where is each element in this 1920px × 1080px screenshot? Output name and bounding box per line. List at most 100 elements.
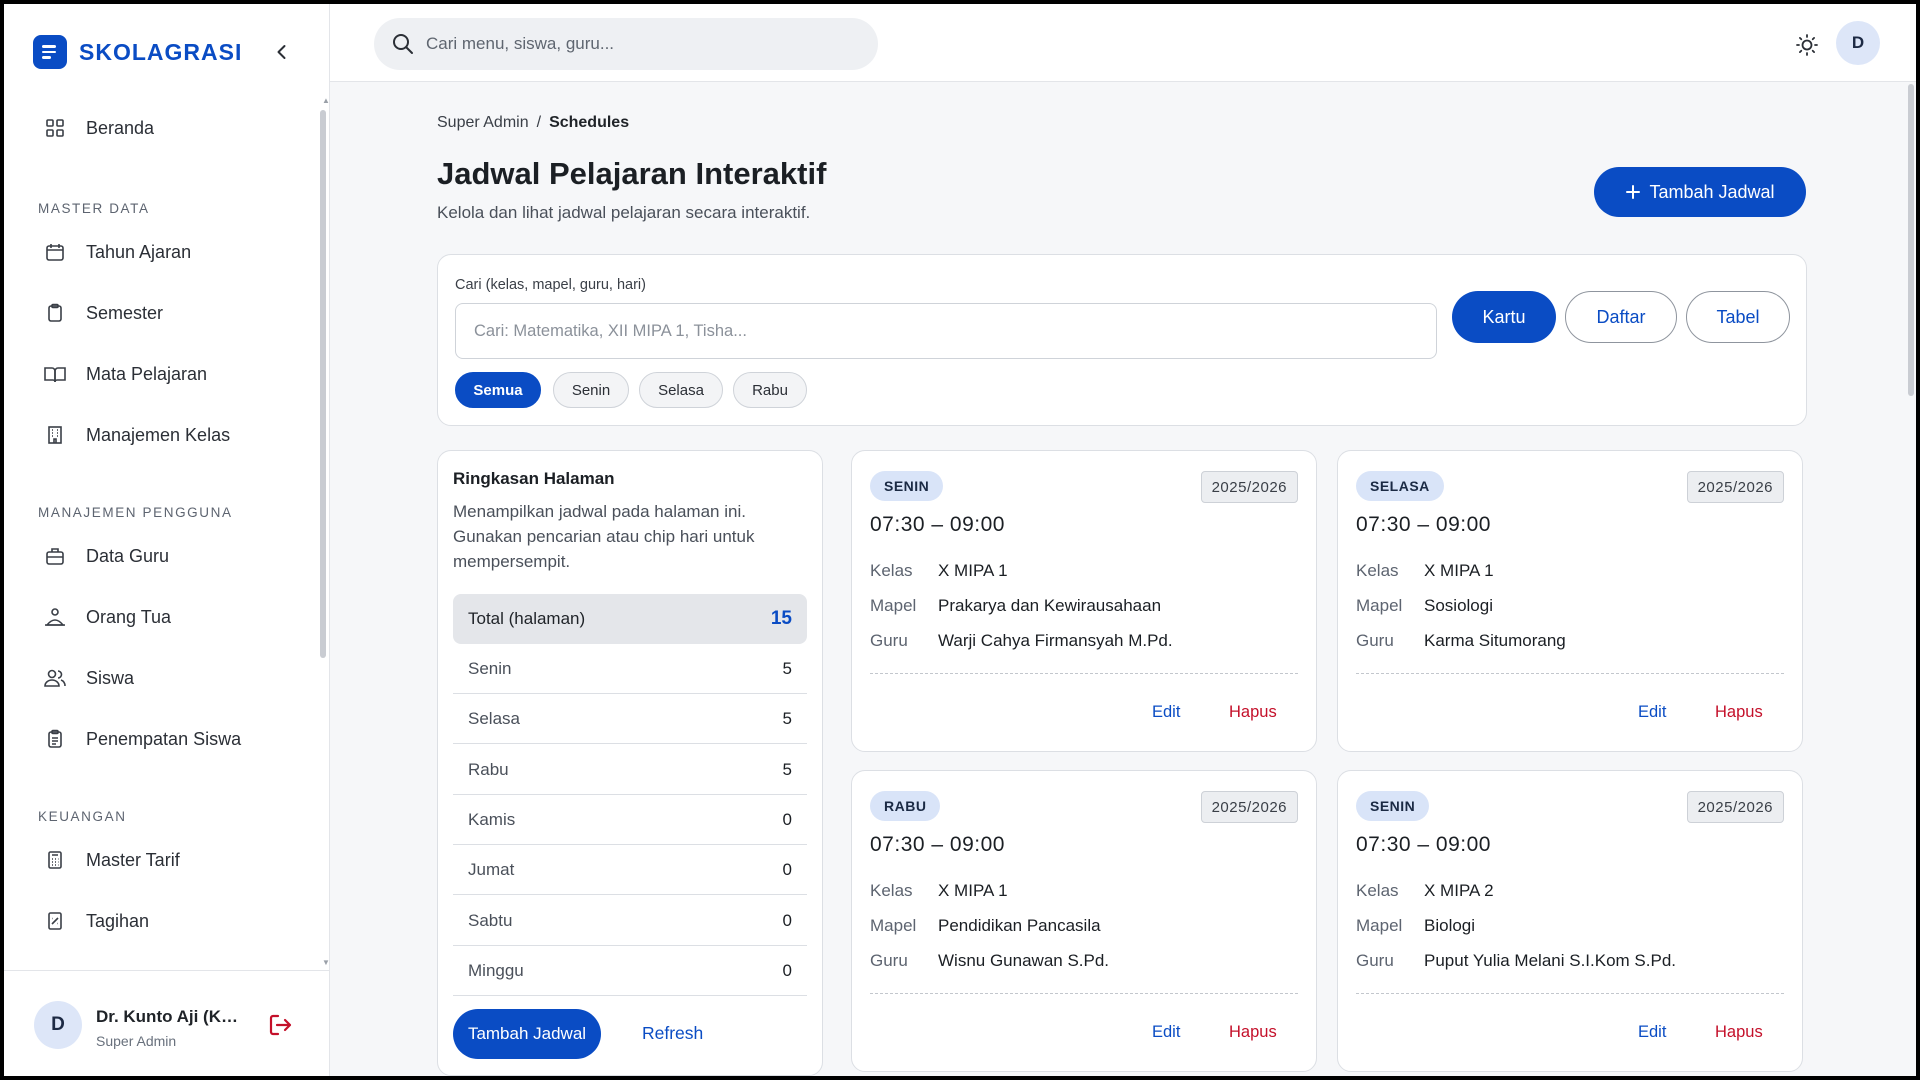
chip-senin[interactable]: Senin	[553, 372, 629, 408]
main-scrollbar[interactable]	[1908, 84, 1914, 396]
sidebar-item-tahun-ajaran[interactable]: Tahun Ajaran	[44, 236, 191, 268]
day-badge: RABU	[870, 791, 941, 821]
year-badge: 2025/2026	[1686, 791, 1784, 823]
delete-button[interactable]: Hapus	[1229, 703, 1277, 722]
summary-panel: Ringkasan Halaman Menampilkan jadwal pad…	[437, 450, 823, 1076]
field-kelas: Kelas X MIPA 1	[1356, 561, 1494, 581]
section-master-data: MASTER DATA	[38, 201, 150, 216]
field-mapel: Mapel Pendidikan Pancasila	[870, 916, 1101, 936]
delete-button[interactable]: Hapus	[1715, 703, 1763, 722]
search-input[interactable]	[426, 34, 846, 54]
field-value: Warji Cahya Firmansyah M.Pd.	[938, 631, 1173, 650]
year-badge: 2025/2026	[1686, 471, 1784, 503]
edit-button[interactable]: Edit	[1638, 703, 1666, 722]
field-value: X MIPA 1	[938, 881, 1008, 900]
edit-button[interactable]: Edit	[1638, 1023, 1666, 1042]
schedule-time: 07:30 – 09:00	[870, 513, 1005, 536]
book-icon	[44, 363, 66, 385]
chevron-left-icon	[277, 45, 286, 59]
parent-icon	[44, 606, 66, 628]
divider	[1356, 673, 1784, 674]
search-icon	[393, 34, 413, 54]
chip-semua[interactable]: Semua	[455, 372, 541, 408]
field-mapel: Mapel Biologi	[1356, 916, 1475, 936]
view-daftar-button[interactable]: Daftar	[1565, 291, 1677, 343]
sidebar-scroll-thumb[interactable]	[320, 110, 326, 658]
chip-selasa[interactable]: Selasa	[639, 372, 723, 408]
delete-button[interactable]: Hapus	[1229, 1023, 1277, 1042]
breadcrumb-parent[interactable]: Super Admin	[437, 114, 529, 132]
topbar: D	[330, 4, 1916, 82]
sidebar: SKOLAGRASI Beranda MASTER DATA Tahun Aja…	[4, 4, 330, 1076]
day-badge: SENIN	[870, 471, 944, 501]
avatar[interactable]: D	[1836, 21, 1880, 65]
field-value: Sosiologi	[1424, 596, 1493, 615]
sidebar-item-manajemen-kelas[interactable]: Manajemen Kelas	[44, 419, 230, 451]
schedule-time: 07:30 – 09:00	[870, 833, 1005, 856]
day-badge: SENIN	[1356, 791, 1430, 821]
sidebar-item-label: Penempatan Siswa	[86, 728, 242, 749]
summary-row: Selasa 5	[453, 694, 807, 744]
calculator-icon	[44, 849, 66, 871]
breadcrumb-separator: /	[536, 114, 542, 131]
view-tabel-button[interactable]: Tabel	[1686, 291, 1790, 343]
add-schedule-button[interactable]: Tambah Jadwal	[1594, 167, 1806, 217]
field-value: Wisnu Gunawan S.Pd.	[938, 951, 1110, 970]
summary-count: 5	[782, 708, 792, 728]
user-profile: D Dr. Kunto Aji (Kepala Sekolah) Super A…	[4, 970, 330, 1076]
sidebar-item-mata-pelajaran[interactable]: Mata Pelajaran	[44, 358, 207, 390]
refresh-link[interactable]: Refresh	[642, 1023, 703, 1044]
avatar[interactable]: D	[34, 1001, 82, 1049]
summary-count: 0	[782, 960, 792, 980]
field-label: Guru	[1356, 631, 1394, 650]
clipboard-list-icon	[44, 728, 66, 750]
field-label: Kelas	[870, 881, 913, 900]
field-label: Mapel	[870, 596, 917, 615]
collapse-sidebar-button[interactable]	[268, 38, 296, 66]
sidebar-item-label: Master Tarif	[86, 849, 180, 870]
year-badge: 2025/2026	[1200, 471, 1298, 503]
edit-button[interactable]: Edit	[1152, 703, 1180, 722]
app-window: SKOLAGRASI Beranda MASTER DATA Tahun Aja…	[4, 4, 1916, 1076]
delete-button[interactable]: Hapus	[1715, 1023, 1763, 1042]
schedule-card: SELASA 2025/2026 07:30 – 09:00 Kelas X MI…	[1337, 450, 1803, 752]
sidebar-item-siswa[interactable]: Siswa	[44, 662, 134, 694]
theme-toggle-button[interactable]	[1792, 30, 1822, 60]
logout-button[interactable]	[266, 1011, 294, 1039]
summary-day: Jumat	[468, 859, 515, 879]
sidebar-item-semester[interactable]: Semester	[44, 297, 163, 329]
global-search[interactable]	[374, 18, 878, 70]
receipt-icon	[44, 910, 66, 932]
schedule-card: SENIN 2025/2026 07:30 – 09:00 Kelas X MIP…	[1337, 770, 1803, 1072]
divider	[1356, 993, 1784, 994]
user-role: Super Admin	[96, 1033, 177, 1049]
summary-add-button[interactable]: Tambah Jadwal	[453, 1009, 601, 1059]
summary-day: Rabu	[468, 759, 509, 779]
scroll-up-icon[interactable]: ▲	[322, 96, 330, 105]
brand[interactable]: SKOLAGRASI	[33, 35, 242, 69]
field-value: Karma Situmorang	[1424, 631, 1566, 650]
field-guru: Guru Wisnu Gunawan S.Pd.	[870, 951, 1109, 971]
section-keuangan: KEUANGAN	[38, 809, 127, 824]
sidebar-item-label: Orang Tua	[86, 606, 172, 627]
sidebar-item-data-guru[interactable]: Data Guru	[44, 540, 169, 572]
page-subtitle: Kelola dan lihat jadwal pelajaran secara…	[437, 203, 811, 222]
sidebar-item-tagihan[interactable]: Tagihan	[44, 905, 149, 937]
brand-name: SKOLAGRASI	[79, 38, 243, 65]
calendar-icon	[44, 241, 66, 263]
schedule-search-input[interactable]	[455, 303, 1437, 359]
chip-rabu[interactable]: Rabu	[733, 372, 807, 408]
summary-count: 0	[782, 859, 792, 879]
sidebar-item-penempatan-siswa[interactable]: Penempatan Siswa	[44, 723, 241, 755]
view-kartu-button[interactable]: Kartu	[1452, 291, 1556, 343]
summary-day: Selasa	[468, 708, 520, 728]
building-icon	[44, 424, 66, 446]
scroll-down-icon[interactable]: ▼	[322, 958, 330, 967]
sidebar-item-beranda[interactable]: Beranda	[44, 112, 154, 144]
sidebar-item-master-tarif[interactable]: Master Tarif	[44, 844, 180, 876]
field-kelas: Kelas X MIPA 1	[870, 881, 1008, 901]
edit-button[interactable]: Edit	[1152, 1023, 1180, 1042]
day-badge: SELASA	[1356, 471, 1444, 501]
sidebar-item-orang-tua[interactable]: Orang Tua	[44, 601, 171, 633]
section-manajemen-pengguna: MANAJEMEN PENGGUNA	[38, 505, 233, 520]
